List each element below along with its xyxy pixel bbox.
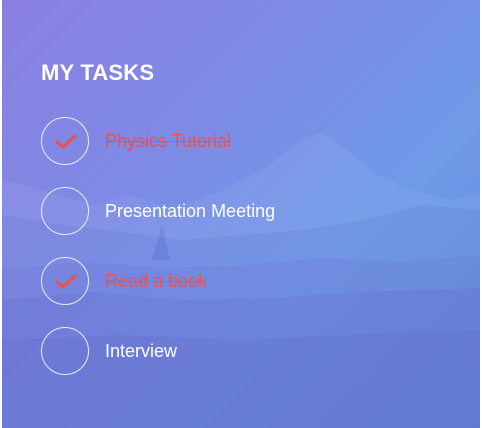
- task-item[interactable]: Read a book: [41, 257, 461, 309]
- task-label: Presentation Meeting: [105, 201, 276, 221]
- page-title: MY TASKS: [41, 60, 155, 85]
- task-label: Physics Tutorial: [105, 131, 232, 151]
- task-label: Read a book: [105, 271, 208, 291]
- task-label: Interview: [105, 341, 178, 361]
- task-checkbox[interactable]: [41, 327, 89, 375]
- task-checkbox[interactable]: [41, 187, 89, 235]
- checkmark-icon: [55, 134, 77, 149]
- checkmark-icon: [55, 274, 77, 289]
- task-item[interactable]: Presentation Meeting: [41, 187, 461, 239]
- task-item[interactable]: Physics Tutorial: [41, 117, 461, 169]
- task-checkbox[interactable]: [41, 257, 89, 305]
- task-checkbox[interactable]: [41, 117, 89, 165]
- task-item[interactable]: Interview: [41, 327, 461, 379]
- tasks-card: MY TASKS Physics Tutorial Presentation M…: [2, 0, 480, 428]
